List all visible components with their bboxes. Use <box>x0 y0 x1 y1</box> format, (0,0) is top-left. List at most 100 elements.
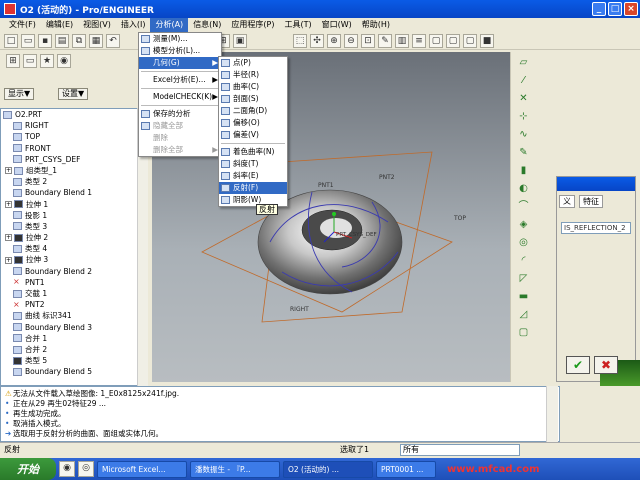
print-icon[interactable]: ▤ <box>55 33 69 48</box>
submenu-draft[interactable]: 斜度(T) <box>219 158 287 170</box>
expand-icon[interactable]: + <box>5 167 12 175</box>
tree-item[interactable]: 类型 5 <box>1 355 147 366</box>
tree-item[interactable]: O2.PRT <box>1 109 147 120</box>
save-icon[interactable]: ▪ <box>38 33 52 48</box>
menu-info[interactable]: 信息(N) <box>188 18 226 32</box>
submenu-curvature[interactable]: 曲率(C) <box>219 81 287 93</box>
menu-help[interactable]: 帮助(H) <box>357 18 395 32</box>
undo-icon[interactable]: ↶ <box>106 33 120 48</box>
no-hidden-icon[interactable]: ▢ <box>463 33 477 48</box>
tree-item[interactable]: 曲线 标识341 <box>1 310 147 321</box>
tree-item[interactable]: 投影 1 <box>1 210 147 221</box>
curve-tool-icon[interactable]: ∿ <box>516 128 532 142</box>
round-tool-icon[interactable]: ◜ <box>516 254 532 268</box>
open-folder-icon[interactable]: ▭ <box>21 33 35 48</box>
extrude-tool-icon[interactable]: ▮ <box>516 164 532 178</box>
shell-tool-icon[interactable]: ▢ <box>516 326 532 340</box>
menu-file[interactable]: 文件(F) <box>4 18 41 32</box>
tree-item[interactable]: Boundary Blend 5 <box>1 366 147 377</box>
spin-center-icon[interactable]: ✣ <box>310 33 324 48</box>
tree-item[interactable]: 合并 2 <box>1 344 147 355</box>
shading-icon[interactable]: ■ <box>480 33 494 48</box>
menu-window[interactable]: 窗口(W) <box>317 18 357 32</box>
menu-applications[interactable]: 应用程序(P) <box>226 18 279 32</box>
tree-item[interactable]: 类型 2 <box>1 176 147 187</box>
menu-item-geometry[interactable]: 几何(G) ▶ <box>139 57 221 69</box>
expand-icon[interactable]: + <box>5 256 12 264</box>
saved-views-icon[interactable]: ▥ <box>395 33 409 48</box>
menu-item-measure[interactable]: 测量(M)... <box>139 33 221 45</box>
submenu-deviation[interactable]: 偏差(V) <box>219 129 287 141</box>
datum-plane-tool-icon[interactable]: ▱ <box>516 56 532 70</box>
task-proe-active[interactable]: O2 (活动的) ... <box>283 460 373 478</box>
tree-item[interactable]: + 拉伸 1 <box>1 199 147 210</box>
message-scrollbar[interactable] <box>546 386 558 442</box>
tree-item[interactable]: 类型 3 <box>1 221 147 232</box>
task-excel[interactable]: Microsoft Excel... <box>97 460 187 478</box>
tree-item[interactable]: + 拉伸 2 <box>1 232 147 243</box>
tree-item[interactable]: + 拉伸 3 <box>1 254 147 265</box>
tree-item[interactable]: RIGHT <box>1 120 147 131</box>
paste-icon[interactable]: ▦ <box>89 33 103 48</box>
expand-icon[interactable]: + <box>5 200 12 208</box>
blend-tool-icon[interactable]: ◈ <box>516 218 532 232</box>
folder-browser-icon[interactable]: ▭ <box>23 54 37 68</box>
draft-tool-icon[interactable]: ◿ <box>516 308 532 322</box>
menu-item-model-analysis[interactable]: 模型分析(L)... <box>139 45 221 57</box>
tab-definition[interactable]: 义 <box>559 195 575 208</box>
zoom-out-icon[interactable]: ⊖ <box>344 33 358 48</box>
maximize-button[interactable]: □ <box>608 2 622 16</box>
wireframe-icon[interactable]: ▢ <box>429 33 443 48</box>
ok-button[interactable]: ✔ <box>566 356 590 374</box>
task-proe-part[interactable]: PRT0001 ... <box>376 460 436 478</box>
display-dropdown[interactable]: 显示▼ <box>4 88 35 100</box>
menu-tools[interactable]: 工具(T) <box>280 18 317 32</box>
submenu-radius[interactable]: 半径(R) <box>219 69 287 81</box>
menu-item-delete-all[interactable]: 删除全部 ▶ <box>139 144 221 156</box>
minimize-button[interactable]: _ <box>592 2 606 16</box>
tree-item[interactable]: TOP <box>1 131 147 142</box>
refit-icon[interactable]: ⊡ <box>361 33 375 48</box>
zoom-in-icon[interactable]: ⊕ <box>327 33 341 48</box>
zoom-icon[interactable]: ▣ <box>233 33 247 48</box>
submenu-reflection[interactable]: 反射(F) <box>219 182 287 194</box>
start-button[interactable]: 开始 <box>0 458 56 480</box>
menu-insert[interactable]: 插入(I) <box>116 18 151 32</box>
menu-item-saved-analysis[interactable]: 保存的分析 <box>139 108 221 120</box>
submenu-slope[interactable]: 斜率(E) <box>219 170 287 182</box>
datum-axis-tool-icon[interactable]: ⁄ <box>516 74 532 88</box>
hole-tool-icon[interactable]: ◎ <box>516 236 532 250</box>
chamfer-tool-icon[interactable]: ◸ <box>516 272 532 286</box>
task-browser[interactable]: 潘数振生 - 『P... <box>190 460 280 478</box>
tree-item[interactable]: Boundary Blend 3 <box>1 322 147 333</box>
menu-item-modelcheck[interactable]: ModelCHECK(K) ▶ <box>139 91 221 103</box>
new-file-icon[interactable]: □ <box>4 33 18 48</box>
quicklaunch-icon[interactable]: ◎ <box>78 461 94 477</box>
submenu-shaded-curvature[interactable]: 着色曲率(N) <box>219 146 287 158</box>
submenu-point[interactable]: 点(P) <box>219 57 287 69</box>
history-icon[interactable]: ◉ <box>57 54 71 68</box>
model-tree-tab-icon[interactable]: ⊞ <box>6 54 20 68</box>
menu-view[interactable]: 视图(V) <box>78 18 116 32</box>
hidden-line-icon[interactable]: ▢ <box>446 33 460 48</box>
tree-item[interactable]: 合并 1 <box>1 333 147 344</box>
sketch-tool-icon[interactable]: ✎ <box>516 146 532 160</box>
expand-icon[interactable]: + <box>5 234 12 242</box>
menu-item-excel-analysis[interactable]: Excel分析(E)... ▶ <box>139 74 221 86</box>
tree-item[interactable]: 交截 1 <box>1 288 147 299</box>
copy-icon[interactable]: ⧉ <box>72 33 86 48</box>
datum-point-tool-icon[interactable]: ✕ <box>516 92 532 106</box>
favorites-icon[interactable]: ★ <box>40 54 54 68</box>
orient-icon[interactable]: ✎ <box>378 33 392 48</box>
quicklaunch-icon[interactable]: ◉ <box>59 461 75 477</box>
submenu-dihedral[interactable]: 二面角(D) <box>219 105 287 117</box>
revolve-tool-icon[interactable]: ◐ <box>516 182 532 196</box>
sweep-tool-icon[interactable]: ⌒ <box>516 200 532 214</box>
menu-edit[interactable]: 编辑(E) <box>41 18 78 32</box>
csys-tool-icon[interactable]: ⊹ <box>516 110 532 124</box>
submenu-section[interactable]: 剖面(S) <box>219 93 287 105</box>
menu-analysis[interactable]: 分析(A) <box>150 18 189 32</box>
cancel-button[interactable]: ✖ <box>594 356 618 374</box>
tree-item[interactable]: FRONT <box>1 143 147 154</box>
repaint-icon[interactable]: ⬚ <box>293 33 307 48</box>
